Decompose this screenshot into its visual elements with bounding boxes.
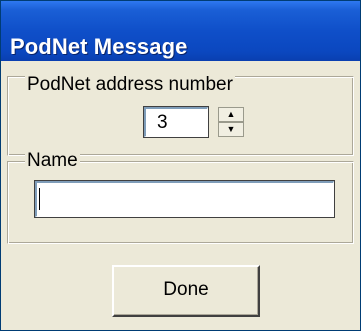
address-number-value: 3 <box>157 112 168 133</box>
address-number-label: PodNet address number <box>25 74 235 95</box>
dialog-body: PodNet address number 3 ▲ ▼ Name Done <box>1 61 360 330</box>
text-caret <box>39 188 40 210</box>
podnet-message-dialog: PodNet Message PodNet address number 3 ▲… <box>0 0 361 331</box>
spin-up-arrow-icon[interactable]: ▲ <box>218 107 244 122</box>
spin-down-arrow-icon[interactable]: ▼ <box>218 122 244 137</box>
done-button[interactable]: Done <box>112 265 260 317</box>
address-number-input[interactable]: 3 <box>143 106 209 138</box>
title-bar[interactable]: PodNet Message <box>1 1 360 61</box>
window-title: PodNet Message <box>10 34 188 59</box>
name-input[interactable] <box>34 180 335 218</box>
name-label: Name <box>25 150 80 171</box>
